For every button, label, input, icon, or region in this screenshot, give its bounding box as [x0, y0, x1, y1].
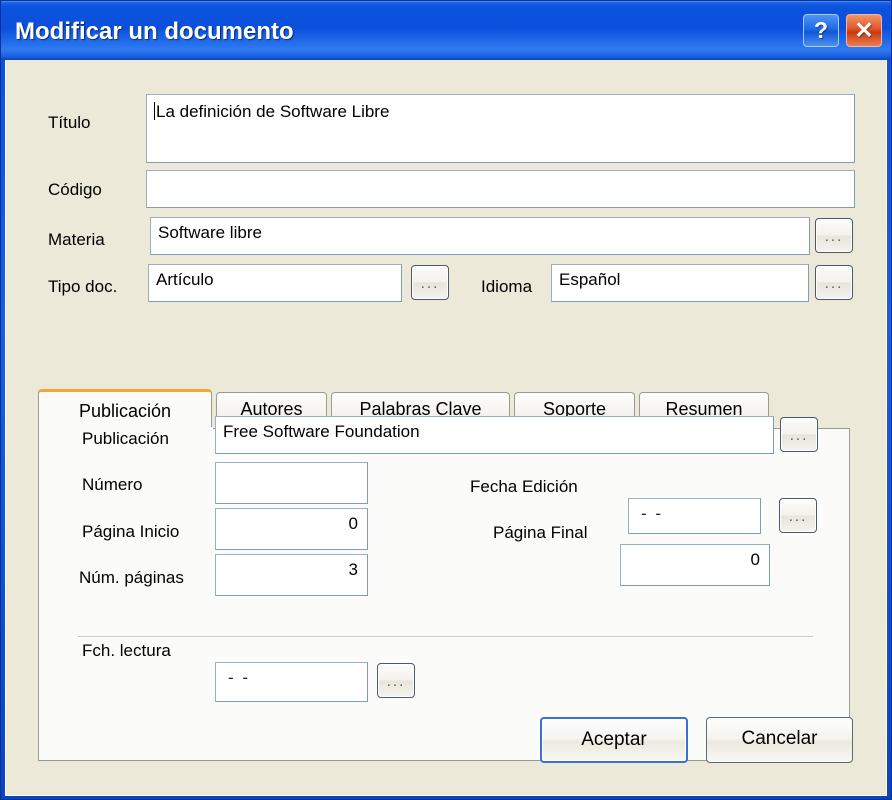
fch-lectura-label: Fch. lectura — [82, 641, 171, 660]
num-paginas-input[interactable]: 3 — [215, 554, 368, 596]
tipo-doc-input[interactable]: Artículo — [148, 264, 402, 302]
titulo-label: Título — [48, 113, 91, 132]
tab-panel-seam — [39, 427, 213, 430]
publicacion-browse-button[interactable]: ... — [780, 417, 818, 452]
titulo-value: La definición de Software Libre — [156, 102, 390, 121]
ellipsis-icon: ... — [420, 275, 440, 292]
close-icon[interactable]: ✕ — [846, 14, 882, 47]
section-divider — [78, 636, 813, 638]
pagina-final-label: Página Final — [493, 523, 588, 542]
accept-button[interactable]: Aceptar — [540, 717, 688, 763]
tab-publicacion[interactable]: Publicación — [38, 389, 212, 430]
fch-lectura-browse-button[interactable]: ... — [377, 663, 415, 698]
numero-label: Número — [82, 475, 143, 494]
pagina-inicio-input[interactable]: 0 — [215, 508, 368, 550]
title-bar: Modificar un documento ? ✕ — [1, 1, 891, 60]
fecha-edicion-browse-button[interactable]: ... — [779, 498, 817, 533]
tipo-doc-label: Tipo doc. — [48, 277, 118, 296]
numero-input[interactable] — [215, 462, 368, 504]
fecha-edicion-input[interactable]: - - — [628, 498, 761, 534]
codigo-label: Código — [48, 180, 102, 199]
ellipsis-icon: ... — [789, 427, 809, 444]
cancel-button[interactable]: Cancelar — [706, 717, 853, 763]
help-icon[interactable]: ? — [803, 14, 839, 47]
ellipsis-icon: ... — [788, 508, 808, 525]
publicacion-label: Publicación — [82, 429, 169, 448]
materia-label: Materia — [48, 230, 105, 249]
titulo-input[interactable]: La definición de Software Libre — [146, 94, 855, 163]
fecha-edicion-label: Fecha Edición — [470, 477, 578, 496]
pagina-final-input[interactable]: 0 — [620, 544, 770, 586]
codigo-input[interactable] — [146, 170, 855, 208]
text-caret — [154, 102, 155, 120]
pagina-inicio-label: Página Inicio — [82, 522, 180, 541]
ellipsis-icon: ... — [386, 673, 406, 690]
ellipsis-icon: ... — [824, 275, 844, 292]
tab-panel — [38, 428, 850, 761]
window-title: Modificar un documento — [15, 18, 294, 45]
dialog-window: Modificar un documento ? ✕ Título La def… — [0, 0, 892, 800]
tipo-doc-browse-button[interactable]: ... — [411, 265, 449, 300]
idioma-label: Idioma — [481, 277, 533, 296]
publicacion-input[interactable]: Free Software Foundation — [215, 416, 774, 454]
idioma-input[interactable]: Español — [551, 264, 809, 302]
dialog-body: Título La definición de Software Libre C… — [5, 60, 887, 796]
materia-input[interactable]: Software libre — [150, 217, 810, 255]
materia-browse-button[interactable]: ... — [815, 218, 853, 253]
num-paginas-label: Núm. páginas — [79, 568, 184, 587]
fch-lectura-input[interactable]: - - — [215, 662, 368, 702]
ellipsis-icon: ... — [824, 228, 844, 245]
idioma-browse-button[interactable]: ... — [815, 265, 853, 300]
